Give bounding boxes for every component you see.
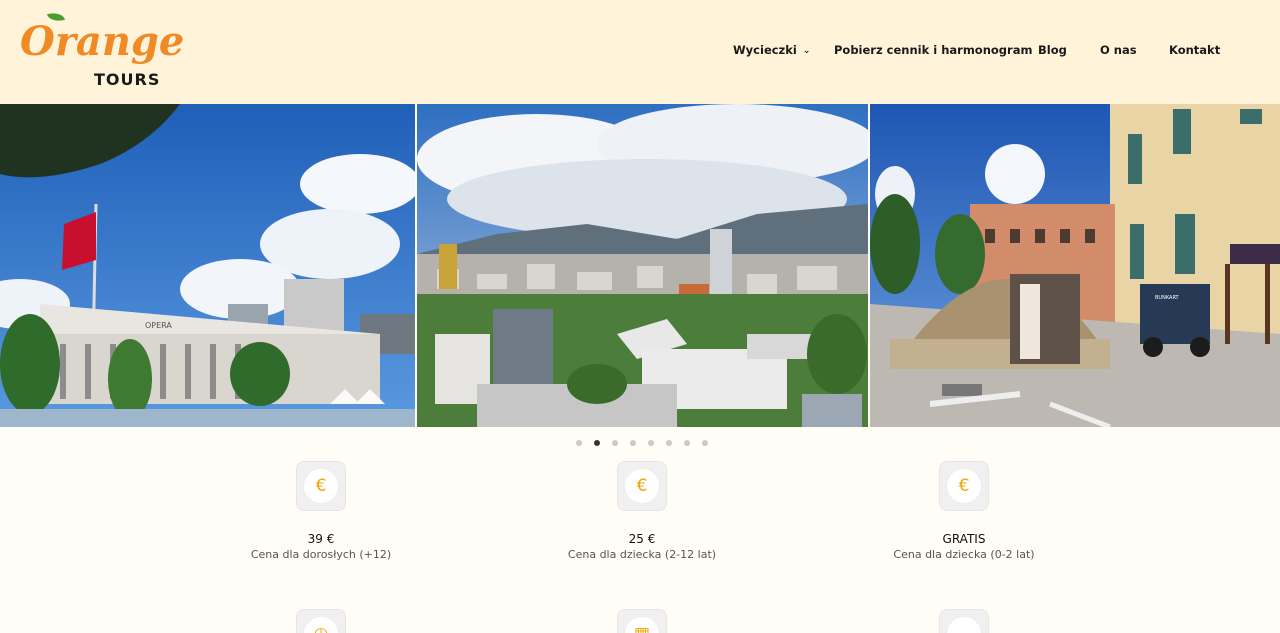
slider-dot-3[interactable] [612, 440, 618, 446]
opera-building-photo: OPERA [0, 104, 415, 427]
clock-icon-box: ◷ [296, 609, 346, 633]
slider-dot-2[interactable] [594, 440, 600, 446]
bunkart-sign: BUNKART [1155, 295, 1180, 301]
nav-item-blog[interactable]: Blog [1038, 43, 1067, 57]
info-icon [946, 616, 982, 633]
slider-dot-6[interactable] [666, 440, 672, 446]
nav-item-label: Wycieczki [733, 43, 797, 57]
feature-card-date: ▦ [492, 461, 792, 633]
gallery-photo-opera[interactable]: OPERA [0, 104, 415, 427]
calendar-icon: ▦ [624, 616, 660, 633]
gallery-photo-city[interactable] [417, 104, 868, 427]
nav-item-wycieczki[interactable]: Wycieczki ⌄ [733, 43, 810, 57]
slider-dots [0, 440, 1280, 448]
slider-dot-4[interactable] [630, 440, 636, 446]
clock-icon: ◷ [303, 616, 339, 633]
info-icon-box [939, 609, 989, 633]
slider-dot-5[interactable] [648, 440, 654, 446]
bunker-dome-photo: BUNKART [870, 104, 1280, 427]
nav-item-kontakt[interactable]: Kontakt [1169, 43, 1220, 57]
site-header: Orange TOURS Wycieczki ⌄ Pobierz cennik i… [0, 0, 1280, 104]
main-nav: Wycieczki ⌄ Pobierz cennik i harmonogram … [0, 43, 1280, 59]
city-panorama-photo [417, 104, 868, 427]
slider-dot-7[interactable] [684, 440, 690, 446]
feature-card-extra [814, 461, 1114, 633]
slider-dot-8[interactable] [702, 440, 708, 446]
chevron-down-icon: ⌄ [802, 46, 811, 56]
photo-gallery[interactable]: OPERA BUNKART [0, 104, 1280, 427]
logo-name-bottom: TOURS [94, 70, 161, 89]
opera-sign: OPERA [145, 321, 172, 330]
nav-item-o-nas[interactable]: O nas [1100, 43, 1137, 57]
gallery-photo-bunker[interactable]: BUNKART [870, 104, 1280, 427]
feature-card-time: ◷ [171, 461, 471, 633]
calendar-icon-box: ▦ [617, 609, 667, 633]
nav-item-cennik[interactable]: Pobierz cennik i harmonogram [834, 43, 1032, 57]
slider-dot-1[interactable] [576, 440, 582, 446]
